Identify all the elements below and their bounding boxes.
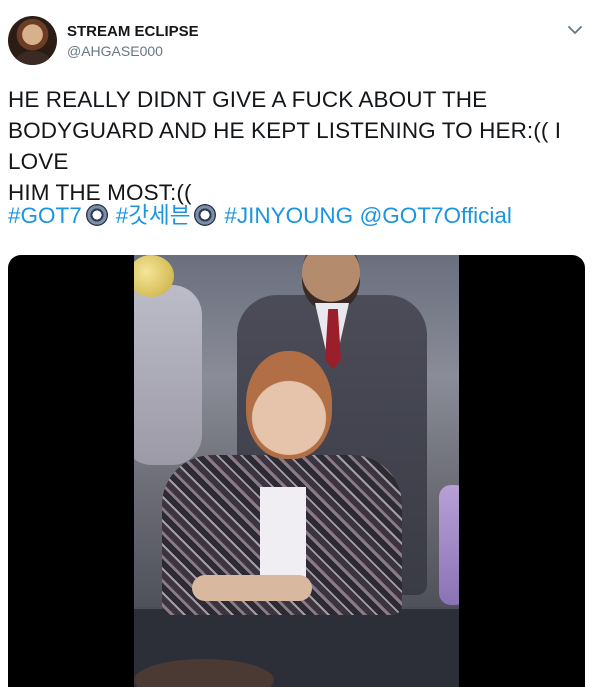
singer-hands <box>192 575 312 601</box>
tweet-header: STREAM ECLIPSE @AHGASE000 <box>8 14 589 66</box>
fan-figure <box>134 285 202 465</box>
video-frame <box>134 255 459 687</box>
hashtag-link[interactable]: #JINYOUNG <box>224 203 353 228</box>
singer-head <box>246 351 332 459</box>
tweet-text-line: BODYGUARD AND HE KEPT LISTENING TO HER:(… <box>8 118 562 174</box>
got7-hashflag-icon <box>85 204 108 226</box>
background-figure <box>439 485 459 605</box>
bodyguard-head <box>302 255 360 311</box>
display-name[interactable]: STREAM ECLIPSE <box>67 23 199 40</box>
hashtag-link[interactable]: #GOT7 <box>8 203 82 228</box>
tweet-card: STREAM ECLIPSE @AHGASE000 HE REALLY DIDN… <box>0 0 597 687</box>
tweet-text-line: HE REALLY DIDNT GIVE A FUCK ABOUT THE <box>8 87 488 112</box>
avatar[interactable] <box>8 16 57 65</box>
mention-link[interactable]: @GOT7Official <box>359 203 511 228</box>
chevron-down-icon[interactable] <box>565 20 585 40</box>
hashtag-link[interactable]: #갓세븐 <box>116 203 191 228</box>
tweet-text: HE REALLY DIDNT GIVE A FUCK ABOUT THE BO… <box>8 84 583 208</box>
got7-hashflag-icon <box>194 204 217 226</box>
tweet-video[interactable] <box>8 255 585 687</box>
user-handle[interactable]: @AHGASE000 <box>67 43 163 59</box>
hashtag-row: #GOT7 #갓세븐 #JINYOUNG @GOT7Official <box>8 200 512 231</box>
